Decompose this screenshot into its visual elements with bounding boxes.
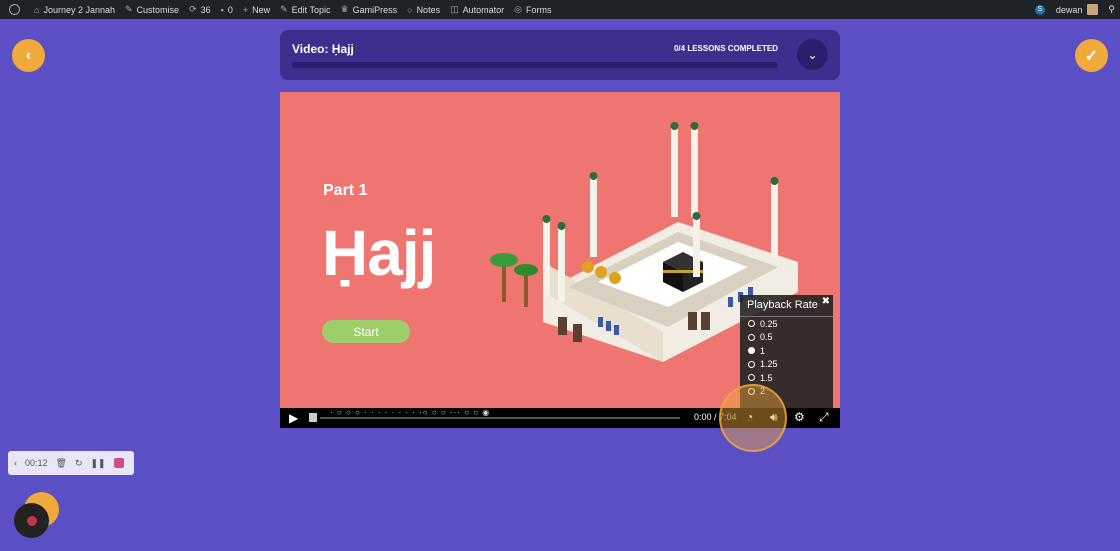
stop-recording-button[interactable] [113,458,124,468]
camera-bubble[interactable] [14,503,49,538]
rate-option[interactable]: 1.5 [740,371,833,385]
video-start-button[interactable]: Start [322,320,410,343]
expand-lessons-button[interactable]: ⌄ [797,39,828,70]
check-icon: ✓ [1084,47,1099,65]
comment-icon: ▪ [220,4,224,15]
adminbar-item-notes[interactable]: ○ Notes [402,0,445,19]
close-icon[interactable]: ✖ [822,296,830,307]
rate-option[interactable]: 1.25 [740,358,833,372]
radio-icon [748,320,755,328]
admin-bar: ⌂ Journey 2 Jannah ✎ Customise ⟳ 36 ▪ 0 + New… [0,0,1120,19]
adminbar-item-customise[interactable]: ✎ Customise [120,0,184,19]
lesson-title: Video: Ḥajj [292,42,354,56]
adminbar-item-forms[interactable]: ◎ Forms [509,0,556,19]
plus-icon: + [242,4,249,15]
chevron-down-icon: ⌄ [807,47,818,62]
site-badge-icon[interactable]: S [1034,4,1045,15]
forms-icon: ◎ [514,4,522,14]
radio-icon [748,360,755,368]
adminbar-item-comments[interactable]: ▪ 0 [216,0,238,19]
avatar [1087,4,1099,15]
lessons-completed-status: 0/4 LESSONS COMPLETED [673,44,778,53]
adminbar-item-edit-topic[interactable]: ✎ Edit Topic [275,0,335,19]
radio-icon [748,347,755,355]
user-account[interactable]: dewan [1051,0,1104,19]
recording-time: 00:12 [25,458,48,468]
mark-complete-button[interactable]: ✓ [1075,39,1108,72]
adminbar-item-new[interactable]: + New [238,0,275,19]
chapters-icon[interactable] [309,413,317,422]
chevron-left-icon: ‹ [25,46,32,64]
adminbar-right: S dewan ⚲ [1034,0,1120,19]
rate-option[interactable]: 0.5 [740,331,833,345]
gamipress-icon: ♛ [340,4,349,14]
screen-recorder-toolbar: ‹ 00:12 🗑︎ ↻ ❚❚ [8,451,134,475]
adminbar-item-automator[interactable]: ◫ Automator [445,0,509,19]
collapse-chevron-icon[interactable]: ‹ [14,458,17,468]
previous-button[interactable]: ‹ [12,39,45,72]
pencil-icon: ✎ [280,4,288,14]
lesson-header: Video: Ḥajj 0/4 LESSONS COMPLETED ⌄ [280,30,840,80]
adminbar-item-gamipress[interactable]: ♛ GamiPress [336,0,403,19]
current-time: 0:00 [694,412,712,422]
click-highlight [719,384,787,452]
update-icon: ⟳ [189,4,197,14]
playback-rate-title: Playback Rate [740,295,833,317]
play-icon[interactable]: ▶ [289,411,298,425]
trash-icon[interactable]: 🗑︎ [56,458,67,469]
rate-option[interactable]: 1 [740,344,833,358]
pause-icon[interactable]: ❚❚ [91,458,106,469]
video-title: Ḥajj [322,217,436,289]
radio-icon [748,374,755,382]
adminbar-item-site[interactable]: ⌂ Journey 2 Jannah [29,0,120,19]
restart-icon[interactable]: ↻ [75,458,83,469]
home-icon: ⌂ [34,4,40,15]
wordpress-logo-icon[interactable] [0,0,29,19]
brush-icon: ✎ [125,4,133,14]
seek-markers: · ○ ○ ○ · · · · · · · · ·○ ○ ○ ··· ○ ○ ◉ [330,408,491,417]
adminbar-item-updates[interactable]: ⟳ 36 [184,0,216,19]
settings-gear-icon[interactable]: ⚙ [794,410,805,424]
palm-tree-icon [490,253,538,307]
video-part-label: Part 1 [323,182,368,199]
search-icon[interactable]: ⚲ [1103,0,1120,19]
rate-option[interactable]: 0.25 [740,317,833,331]
lesson-progress-bar [292,62,778,68]
record-dot-icon [26,515,37,526]
radio-icon [748,333,755,341]
automator-icon: ◫ [450,4,459,14]
seek-bar[interactable] [320,417,680,419]
notes-icon: ○ [407,4,413,15]
fullscreen-icon[interactable]: ⤢ [819,410,829,425]
